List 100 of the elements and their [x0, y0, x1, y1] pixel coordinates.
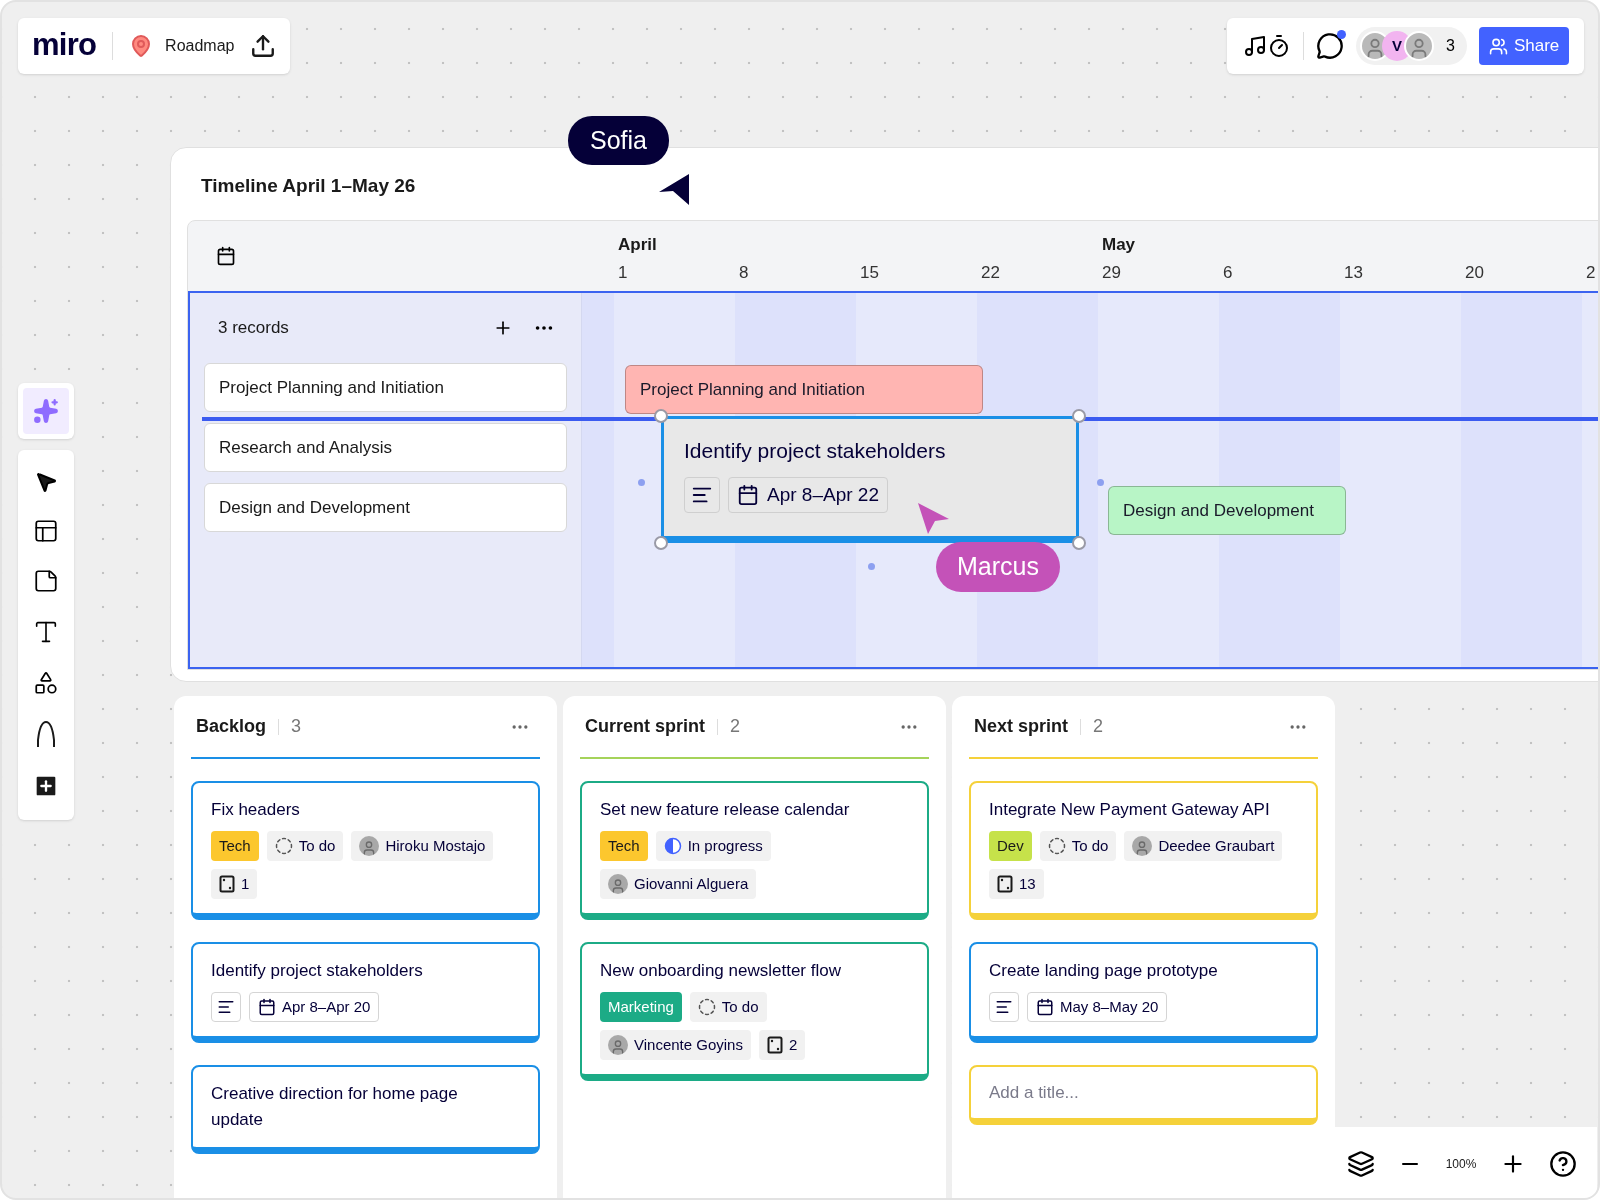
layers-icon[interactable]	[1346, 1150, 1375, 1178]
card-title: Fix headers	[211, 799, 301, 821]
text-lines-icon	[217, 998, 235, 1016]
date-chip: Apr 8–Apr 20	[249, 992, 380, 1022]
card-title: Integrate New Payment Gateway API	[989, 799, 1271, 821]
zoom-level: 100%	[1445, 1156, 1477, 1173]
records-count: 3 records	[218, 317, 290, 340]
select-cursor-icon[interactable]	[34, 470, 58, 494]
column-title: Current sprint	[585, 715, 705, 738]
date-label: 22	[981, 261, 1000, 284]
timeline-card[interactable]: Identify project stakeholders Apr 8–Apr 22	[661, 416, 1079, 543]
pen-icon[interactable]	[35, 720, 57, 748]
assignee-chip: Hiroku Mostajo	[351, 831, 494, 861]
collaborators-group[interactable]: V 3	[1356, 27, 1467, 65]
timeline-row[interactable]: Project Planning and Initiation	[204, 363, 567, 412]
tag-label: Marketing	[600, 992, 682, 1022]
task-card[interactable]: New onboarding newsletter flow Marketing To do Vincente Goyins 2	[580, 942, 929, 1081]
column-count: 2	[730, 715, 742, 738]
share-button[interactable]: Share	[1478, 27, 1570, 65]
timeline-title: Timeline April 1–May 26	[200, 174, 416, 198]
task-card[interactable]: Identify project stakeholders Apr 8–Apr 20	[191, 942, 540, 1043]
avatar-icon	[1132, 836, 1153, 856]
task-card[interactable]: Set new feature release calendar Tech In progress Giovanni Alguera	[580, 781, 929, 920]
assignee-chip: Giovanni Alguera	[600, 869, 757, 899]
resize-handle[interactable]	[654, 409, 668, 423]
card-title: Identify project stakeholders	[684, 438, 947, 464]
timeline-row[interactable]: Research and Analysis	[204, 423, 567, 472]
chat-icon[interactable]	[1316, 32, 1344, 60]
tag-label: Tech	[600, 831, 648, 861]
status-chip: To do	[689, 992, 767, 1022]
dashed-circle-icon	[1047, 837, 1066, 855]
avatar-icon	[608, 874, 628, 894]
card-title: Identify project stakeholders	[211, 960, 424, 982]
text-lines-icon	[995, 998, 1013, 1016]
layout-icon[interactable]	[33, 518, 59, 544]
avatar-icon	[359, 836, 380, 856]
calendar-icon	[1036, 998, 1054, 1016]
board-name[interactable]: Roadmap	[165, 34, 235, 58]
cursor-arrow-icon	[916, 501, 950, 535]
status-chip: In progress	[655, 831, 771, 861]
card-title: Creative direction for home page update	[211, 1083, 459, 1131]
column-title: Backlog	[196, 715, 267, 738]
date-chip: Apr 8–Apr 22	[728, 477, 888, 513]
help-icon[interactable]	[1549, 1150, 1578, 1178]
timer-icon[interactable]	[1267, 34, 1291, 58]
date-chip: May 8–May 20	[1027, 992, 1168, 1022]
sticky-note-icon[interactable]	[33, 568, 59, 594]
tag-label: Tech	[211, 831, 259, 861]
month-label: May	[1102, 234, 1136, 256]
task-card[interactable]: Fix headers Tech To do Hiroku Mostajo 1	[191, 781, 540, 920]
avatar-icon	[608, 1035, 628, 1055]
music-icon[interactable]	[1243, 34, 1267, 58]
date-label: 8	[739, 261, 749, 284]
card-icon	[219, 875, 235, 893]
tag-label: Dev	[989, 831, 1032, 861]
points-chip: 13	[989, 869, 1044, 899]
sparkles-icon	[33, 398, 59, 424]
dashed-circle-icon	[697, 998, 716, 1016]
date-label: 1	[618, 261, 628, 284]
task-card[interactable]: Create landing page prototype May 8–May 20	[969, 942, 1318, 1043]
resize-handle[interactable]	[654, 536, 668, 550]
card-title: Create landing page prototype	[989, 960, 1219, 982]
status-chip: To do	[1039, 831, 1117, 861]
people-icon	[1488, 36, 1508, 56]
half-circle-icon	[663, 837, 682, 855]
column-title: Next sprint	[974, 715, 1069, 738]
timeline-bar[interactable]: Project Planning and Initiation	[625, 365, 983, 414]
card-title: New onboarding newsletter flow	[600, 960, 842, 982]
points-chip: 2	[758, 1030, 806, 1060]
task-card[interactable]: Integrate New Payment Gateway API Dev To do Deedee Graubart 13	[969, 781, 1318, 920]
assignee-chip: Vincente Goyins	[600, 1030, 751, 1060]
cursor-name-tag: Sofia	[568, 116, 669, 165]
card-icon	[997, 875, 1013, 893]
task-card[interactable]: Creative direction for home page update	[191, 1065, 540, 1154]
cursor-name-tag: Marcus	[936, 542, 1060, 592]
dashed-circle-icon	[274, 837, 293, 855]
ai-button[interactable]	[18, 383, 74, 439]
timeline-bar[interactable]: Design and Development	[1108, 486, 1346, 535]
timeline-row[interactable]: Design and Development	[204, 483, 567, 532]
column-count: 3	[291, 715, 303, 738]
date-label: 29	[1102, 261, 1121, 284]
month-label: April	[618, 234, 657, 256]
calendar-icon	[258, 998, 276, 1016]
calendar-icon	[216, 246, 236, 266]
shapes-icon[interactable]	[33, 670, 59, 696]
date-label: 6	[1223, 261, 1233, 284]
date-label: 20	[1465, 261, 1484, 284]
collaborator-count: 3	[1446, 36, 1455, 56]
avatar	[1404, 31, 1434, 61]
points-chip: 1	[211, 869, 258, 899]
card-title: Set new feature release calendar	[600, 799, 851, 821]
column-count: 2	[1093, 715, 1105, 738]
assignee-chip: Deedee Graubart	[1124, 831, 1283, 861]
calendar-icon	[737, 484, 759, 506]
date-label: 15	[860, 261, 879, 284]
new-card-input[interactable]: Add a title...	[969, 1065, 1318, 1125]
card-icon	[766, 1036, 783, 1054]
logo[interactable]: miro	[32, 28, 97, 64]
status-chip: To do	[266, 831, 344, 861]
upload-icon[interactable]	[250, 33, 277, 59]
